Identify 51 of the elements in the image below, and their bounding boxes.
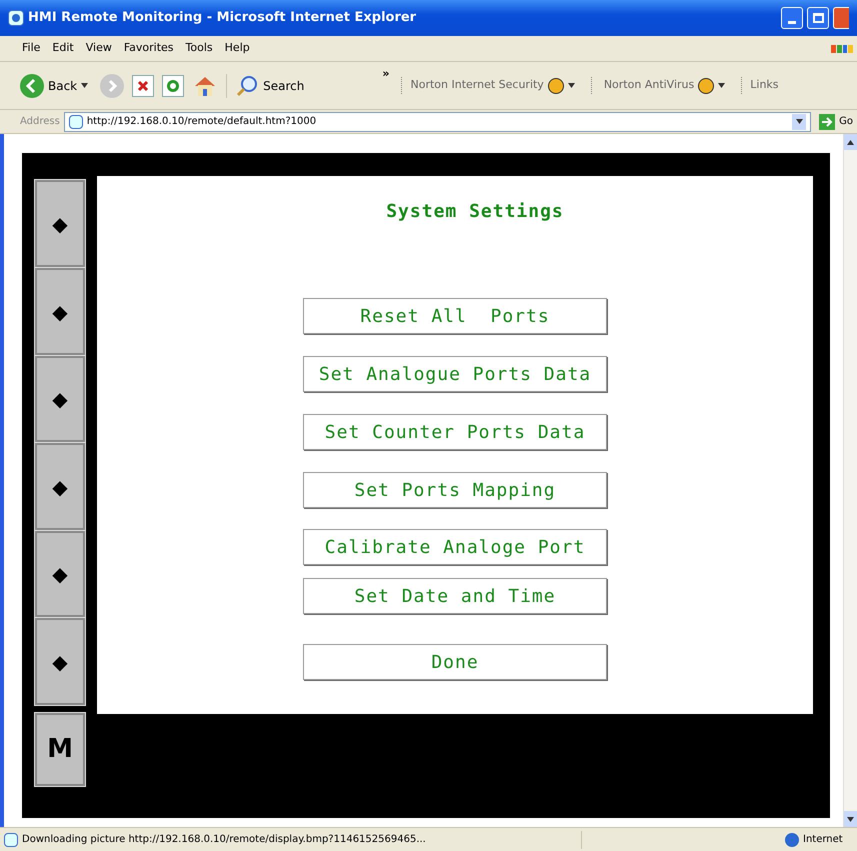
caret-icon — [847, 816, 854, 822]
status-message: Downloading picture http://192.168.0.10/remote/display.bmp?1146152569465... — [22, 833, 427, 847]
back-button[interactable]: Back — [20, 74, 92, 98]
up-arrow-icon — [847, 140, 854, 144]
page-icon — [68, 114, 83, 128]
close-button[interactable] — [833, 7, 849, 29]
window-title: HMI Remote Monitoring - Microsoft Internet Explorer — [28, 9, 418, 28]
hmi-side-button[interactable]: ◆ — [35, 531, 85, 617]
menu-item[interactable]: Help — [218, 40, 256, 57]
zone-label: Internet — [803, 833, 843, 847]
go-arrow-icon — [819, 114, 836, 130]
go-button[interactable]: Go — [815, 114, 853, 130]
search-button[interactable]: Search — [226, 74, 304, 98]
norton-antivirus-button[interactable]: Norton AntiVirus — [590, 77, 726, 94]
links-button[interactable]: Links — [741, 77, 779, 94]
menu-item[interactable]: Edit — [46, 40, 80, 57]
caret-icon — [568, 83, 575, 88]
caret-icon — [796, 119, 803, 124]
hmi-side-button[interactable]: ◆ — [35, 180, 85, 267]
settings-button[interactable]: Calibrate Analoge Port — [303, 529, 607, 565]
menu-item[interactable]: View — [80, 40, 118, 57]
address-label: Address — [20, 115, 60, 129]
panel-title: System Settings — [386, 200, 564, 224]
hmi-side-button[interactable]: ◆ — [35, 618, 85, 705]
refresh-icon — [162, 74, 184, 96]
dropdown-button[interactable] — [792, 114, 806, 130]
magnifier-icon — [235, 74, 260, 98]
menu-item[interactable]: Favorites — [118, 40, 180, 57]
page-icon — [4, 832, 18, 846]
settings-button[interactable]: Reset All Ports — [303, 298, 607, 334]
menu-item[interactable]: Tools — [180, 40, 219, 57]
address-field[interactable]: http://192.168.0.10/remote/default.htm?1000 — [64, 112, 812, 132]
settings-button[interactable]: Done — [303, 644, 607, 680]
hmi-side-button[interactable]: ◆ — [35, 443, 85, 530]
stop-icon — [132, 74, 154, 96]
scrollbar[interactable] — [843, 134, 857, 827]
hmi-side-button[interactable]: ◆ — [35, 356, 85, 442]
settings-button[interactable]: Set Ports Mapping — [303, 472, 607, 508]
caret-icon — [718, 83, 726, 88]
norton-security-button[interactable]: Norton Internet Security — [401, 77, 575, 94]
settings-button[interactable]: Set Analogue Ports Data — [303, 356, 607, 392]
caret-icon — [81, 83, 88, 88]
menu-item[interactable]: File — [16, 40, 46, 57]
toolbar-chevron[interactable]: » — [382, 66, 390, 82]
settings-button[interactable]: Set Date and Time — [303, 578, 607, 614]
browser-icon — [8, 10, 24, 26]
hmi-side-button[interactable]: M — [35, 713, 85, 786]
maximize-button[interactable] — [807, 7, 829, 29]
settings-button[interactable]: Set Counter Ports Data — [303, 414, 607, 450]
minimize-button[interactable] — [781, 7, 803, 29]
hmi-side-button[interactable]: ◆ — [35, 268, 85, 355]
